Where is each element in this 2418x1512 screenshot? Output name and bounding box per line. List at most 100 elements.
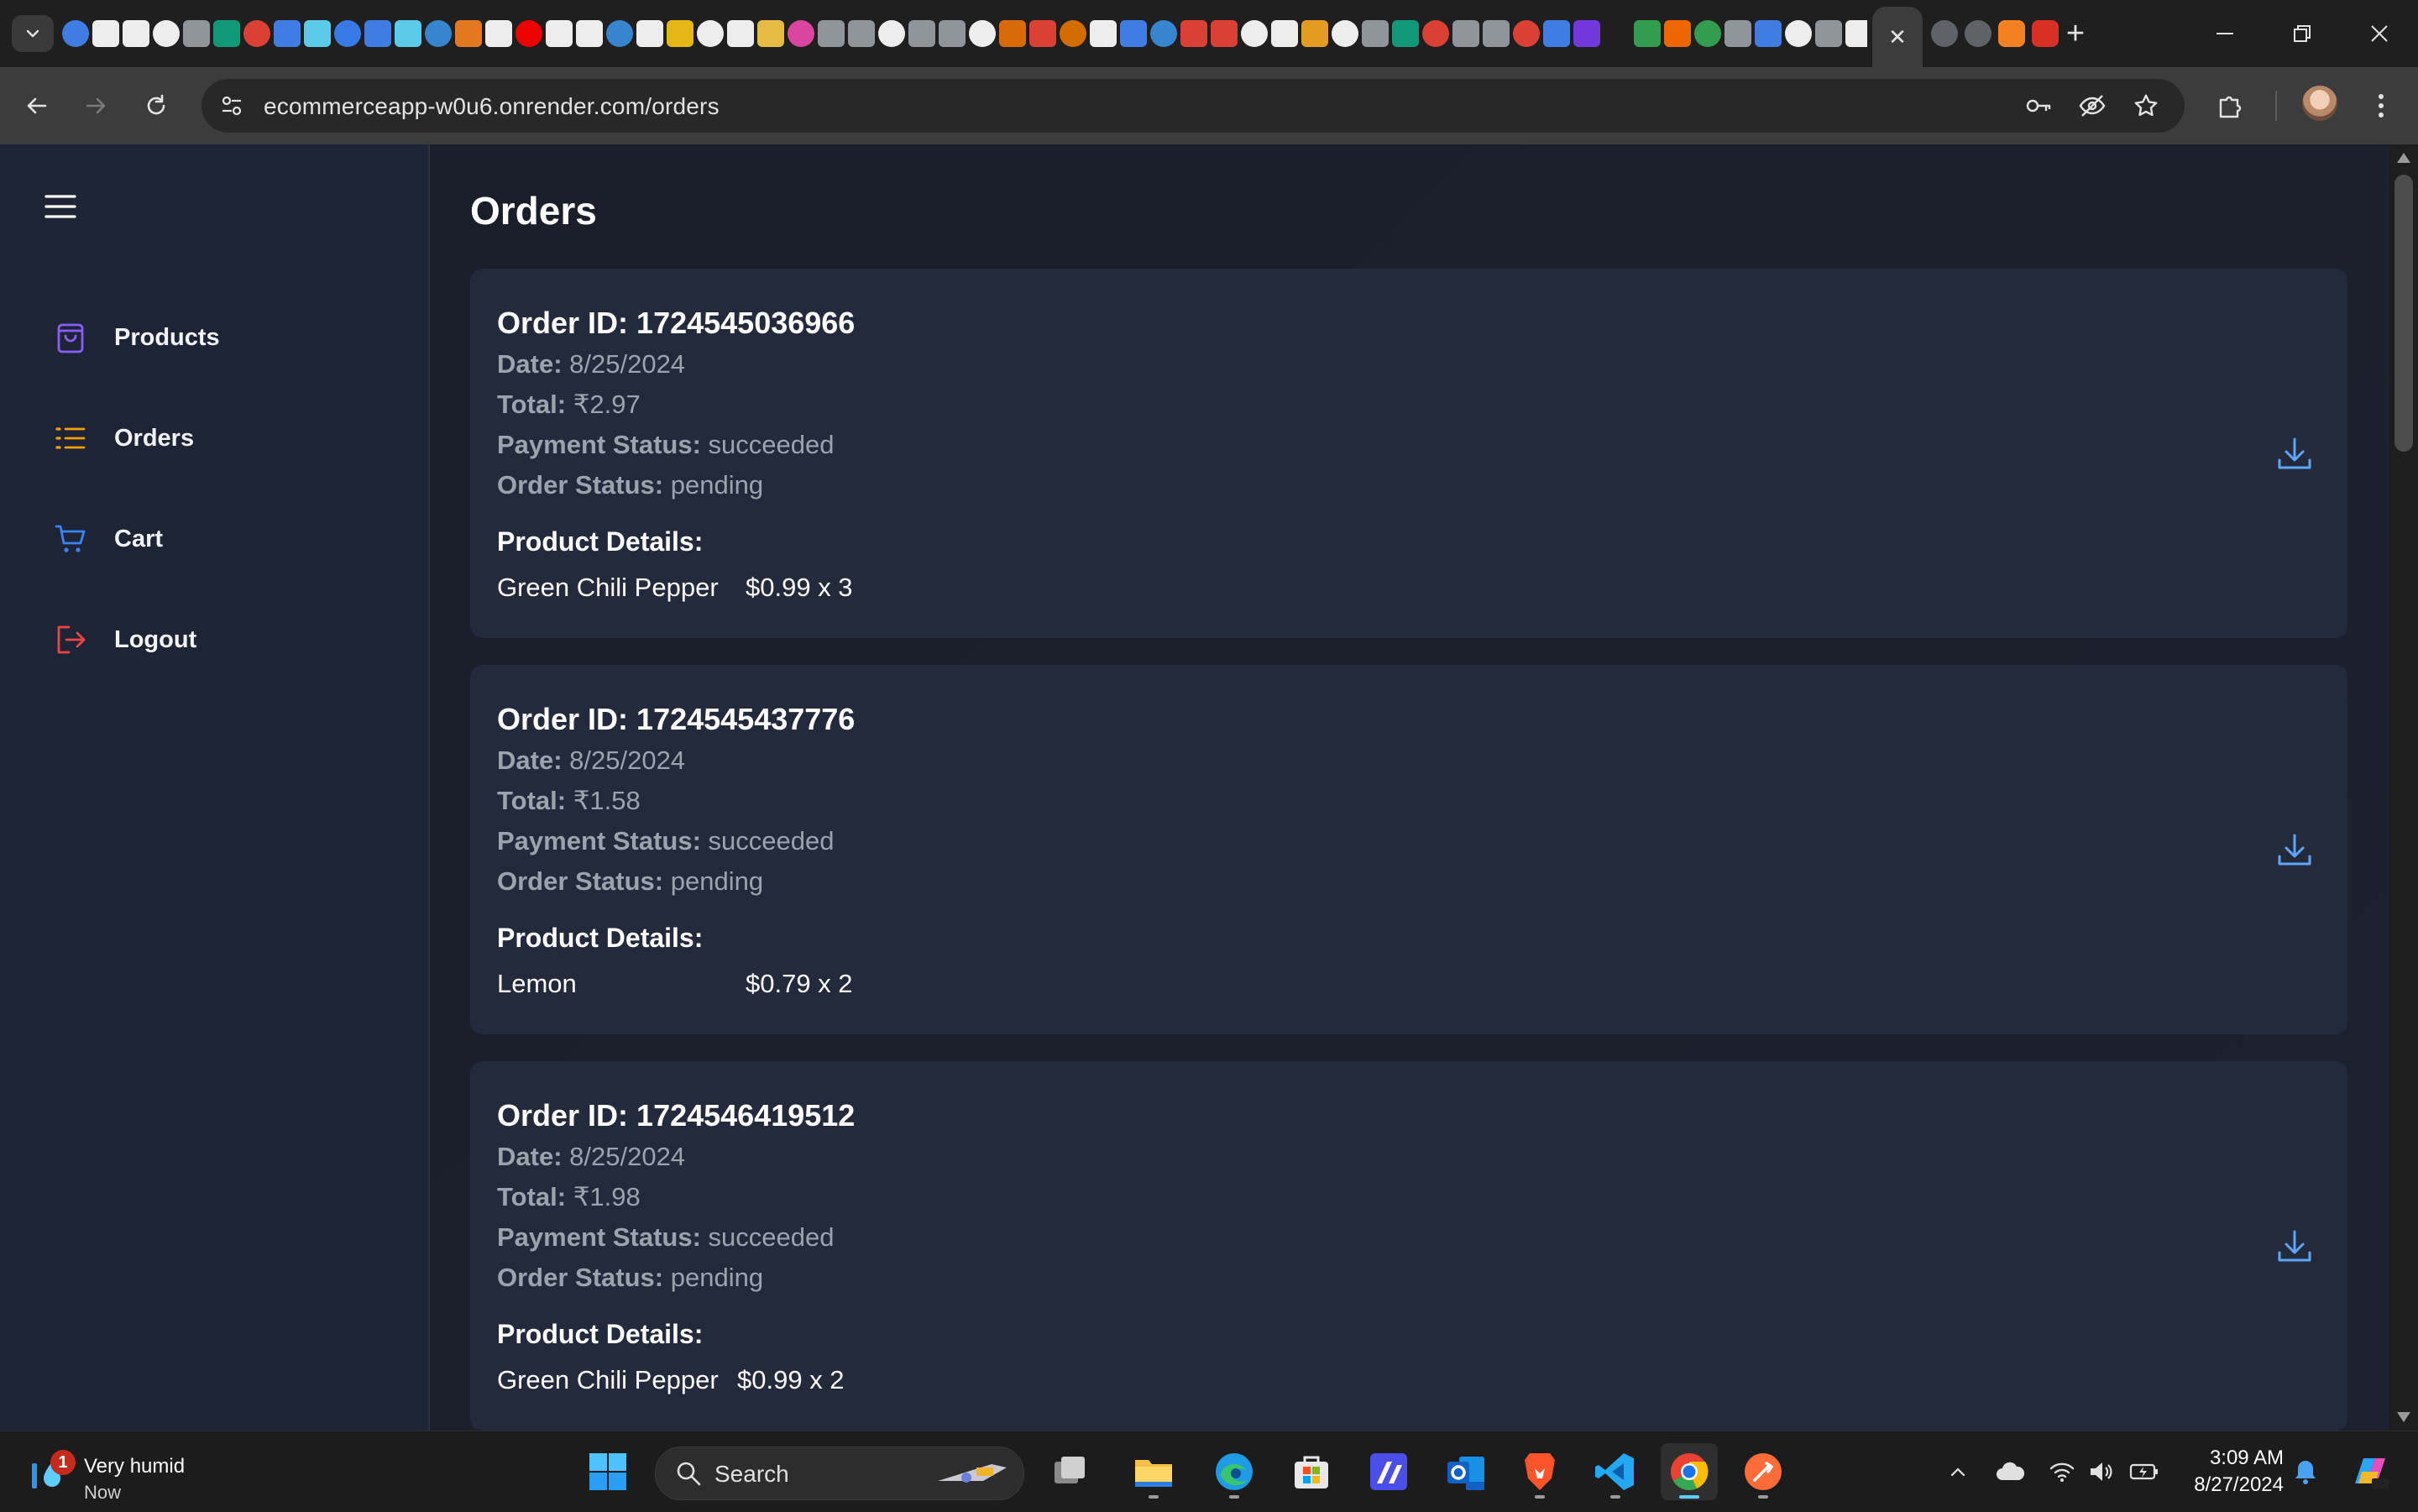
pinned-tab-favicon-icon[interactable] [788, 20, 814, 47]
stackoverflow-tab-icon[interactable] [1998, 20, 2025, 47]
taskbar-app-file-explorer[interactable] [1125, 1443, 1182, 1500]
pinned-tab-favicon-icon[interactable] [848, 20, 875, 47]
pinned-tab-favicon-icon[interactable] [546, 20, 573, 47]
pinned-tab-favicon-icon[interactable] [636, 20, 663, 47]
pinned-tab-favicon-icon[interactable] [727, 20, 754, 47]
new-tab-button[interactable]: + [2057, 15, 2094, 52]
scrollbar-thumb[interactable] [2394, 175, 2413, 452]
tab-close-icon[interactable]: ✕ [1888, 24, 1907, 50]
pinned-tab-favicon-icon[interactable] [455, 20, 482, 47]
extensions-button[interactable] [2210, 86, 2250, 126]
pinned-tab-favicon-icon[interactable] [92, 20, 119, 47]
notifications-button[interactable] [2289, 1455, 2322, 1488]
pinned-tab-favicon-icon[interactable] [1845, 20, 1867, 47]
pinned-tab-favicon-icon[interactable] [1513, 20, 1540, 47]
forward-button[interactable] [76, 86, 116, 126]
pinned-tab-favicon-icon[interactable] [908, 20, 935, 47]
pinned-tab-favicon-icon[interactable] [1604, 20, 1630, 47]
scroll-up-arrow-icon[interactable] [2397, 153, 2410, 163]
pinned-tab-favicon-icon[interactable] [516, 20, 542, 47]
pinned-tab-favicon-icon[interactable] [1634, 20, 1661, 47]
pinned-tab-favicon-icon[interactable] [1150, 20, 1177, 47]
pinned-tab-favicon-icon[interactable] [1422, 20, 1449, 47]
globe-tab-icon[interactable] [1931, 20, 1958, 47]
address-bar[interactable]: ecommerceapp-w0u6.onrender.com/orders [202, 79, 2185, 133]
pinned-tab-favicon-icon[interactable] [1211, 20, 1238, 47]
pinned-tab-favicon-icon[interactable] [1573, 20, 1600, 47]
pinned-tab-favicon-icon[interactable] [183, 20, 210, 47]
pinned-tab-favicon-icon[interactable] [304, 20, 331, 47]
pinned-tab-favicon-icon[interactable] [395, 20, 421, 47]
taskbar-app-vscode[interactable] [1587, 1443, 1644, 1500]
notion-tab-icon[interactable] [2032, 20, 2059, 47]
pinned-tab-favicon-icon[interactable] [274, 20, 301, 47]
taskbar-search-input[interactable]: Search [655, 1447, 1024, 1500]
taskbar-app-writer[interactable] [1360, 1443, 1417, 1500]
taskbar-app-brave[interactable] [1511, 1443, 1568, 1500]
pinned-tab-favicon-icon[interactable] [969, 20, 996, 47]
pinned-tab-favicon-icon[interactable] [1755, 20, 1782, 47]
scroll-down-arrow-icon[interactable] [2397, 1412, 2410, 1422]
copilot-button[interactable] [2346, 1455, 2393, 1488]
taskbar-app-chrome[interactable] [1661, 1443, 1718, 1500]
pinned-tab-favicon-icon[interactable] [334, 20, 361, 47]
pinned-tab-favicon-icon[interactable] [62, 20, 89, 47]
pinned-tab-favicon-icon[interactable] [1332, 20, 1358, 47]
menu-toggle-button[interactable] [42, 188, 79, 225]
pinned-tab-favicon-icon[interactable] [1452, 20, 1479, 47]
pinned-tab-favicon-icon[interactable] [1301, 20, 1328, 47]
taskbar-app-outlook[interactable] [1437, 1443, 1494, 1500]
pinned-tab-favicon-icon[interactable] [1362, 20, 1389, 47]
pinned-tab-favicon-icon[interactable] [1060, 20, 1086, 47]
pinned-tab-favicon-icon[interactable] [1120, 20, 1147, 47]
pinned-tab-favicon-icon[interactable] [818, 20, 845, 47]
pinned-tab-favicon-icon[interactable] [1543, 20, 1570, 47]
sidebar-item-logout[interactable]: Logout [52, 615, 388, 665]
pinned-tab-favicon-icon[interactable] [1694, 20, 1721, 47]
download-invoice-button[interactable] [2272, 1224, 2317, 1269]
start-button[interactable] [579, 1443, 636, 1500]
pinned-tab-favicon-icon[interactable] [606, 20, 633, 47]
pinned-tab-favicon-icon[interactable] [878, 20, 905, 47]
onedrive-tray-button[interactable] [1993, 1455, 2027, 1488]
close-window-button[interactable] [2341, 0, 2418, 67]
show-hidden-icons-button[interactable] [1941, 1455, 1975, 1488]
site-info-button[interactable] [213, 87, 250, 124]
page-scrollbar[interactable] [2389, 144, 2418, 1431]
pinned-tab-favicon-icon[interactable] [1815, 20, 1842, 47]
battery-tray-button[interactable] [2128, 1455, 2161, 1488]
reload-button[interactable] [136, 86, 176, 126]
pinned-tab-favicon-icon[interactable] [1241, 20, 1268, 47]
pinned-tab-favicon-icon[interactable] [364, 20, 391, 47]
pinned-tab-favicon-icon[interactable] [243, 20, 270, 47]
pinned-tab-favicon-icon[interactable] [1483, 20, 1510, 47]
pinned-tab-favicon-icon[interactable] [1029, 20, 1056, 47]
taskbar-app-edge[interactable] [1206, 1443, 1263, 1500]
tracking-protection-button[interactable] [2074, 87, 2111, 124]
taskbar-app-store[interactable] [1283, 1443, 1340, 1500]
profile-avatar[interactable] [2302, 86, 2337, 121]
bookmark-star-button[interactable] [2128, 87, 2164, 124]
restore-button[interactable] [2264, 0, 2341, 67]
pinned-tab-favicon-icon[interactable] [999, 20, 1026, 47]
sidebar-item-orders[interactable]: Orders [52, 413, 388, 463]
weather-widget[interactable]: 1 Very humid Now [24, 1443, 208, 1503]
task-view-button[interactable] [1041, 1443, 1098, 1500]
back-button[interactable] [17, 86, 57, 126]
pinned-tab-favicon-icon[interactable] [1392, 20, 1419, 47]
url-text[interactable]: ecommerceapp-w0u6.onrender.com/orders [264, 93, 720, 120]
globe-tab-icon[interactable] [1965, 20, 1991, 47]
active-tab[interactable]: ✕ [1872, 7, 1923, 67]
pinned-tab-favicon-icon[interactable] [1725, 20, 1751, 47]
sidebar-item-products[interactable]: Products [52, 312, 388, 363]
pinned-tab-favicon-icon[interactable] [757, 20, 784, 47]
pinned-tab-favicon-icon[interactable] [697, 20, 724, 47]
pinned-tab-favicon-icon[interactable] [153, 20, 180, 47]
download-invoice-button[interactable] [2272, 828, 2317, 873]
pinned-tab-favicon-icon[interactable] [1180, 20, 1207, 47]
pinned-tab-favicon-icon[interactable] [576, 20, 603, 47]
pinned-tab-favicon-icon[interactable] [939, 20, 966, 47]
pinned-tab-favicon-icon[interactable] [1271, 20, 1298, 47]
pinned-tab-favicon-icon[interactable] [123, 20, 149, 47]
volume-tray-button[interactable] [2084, 1455, 2117, 1488]
